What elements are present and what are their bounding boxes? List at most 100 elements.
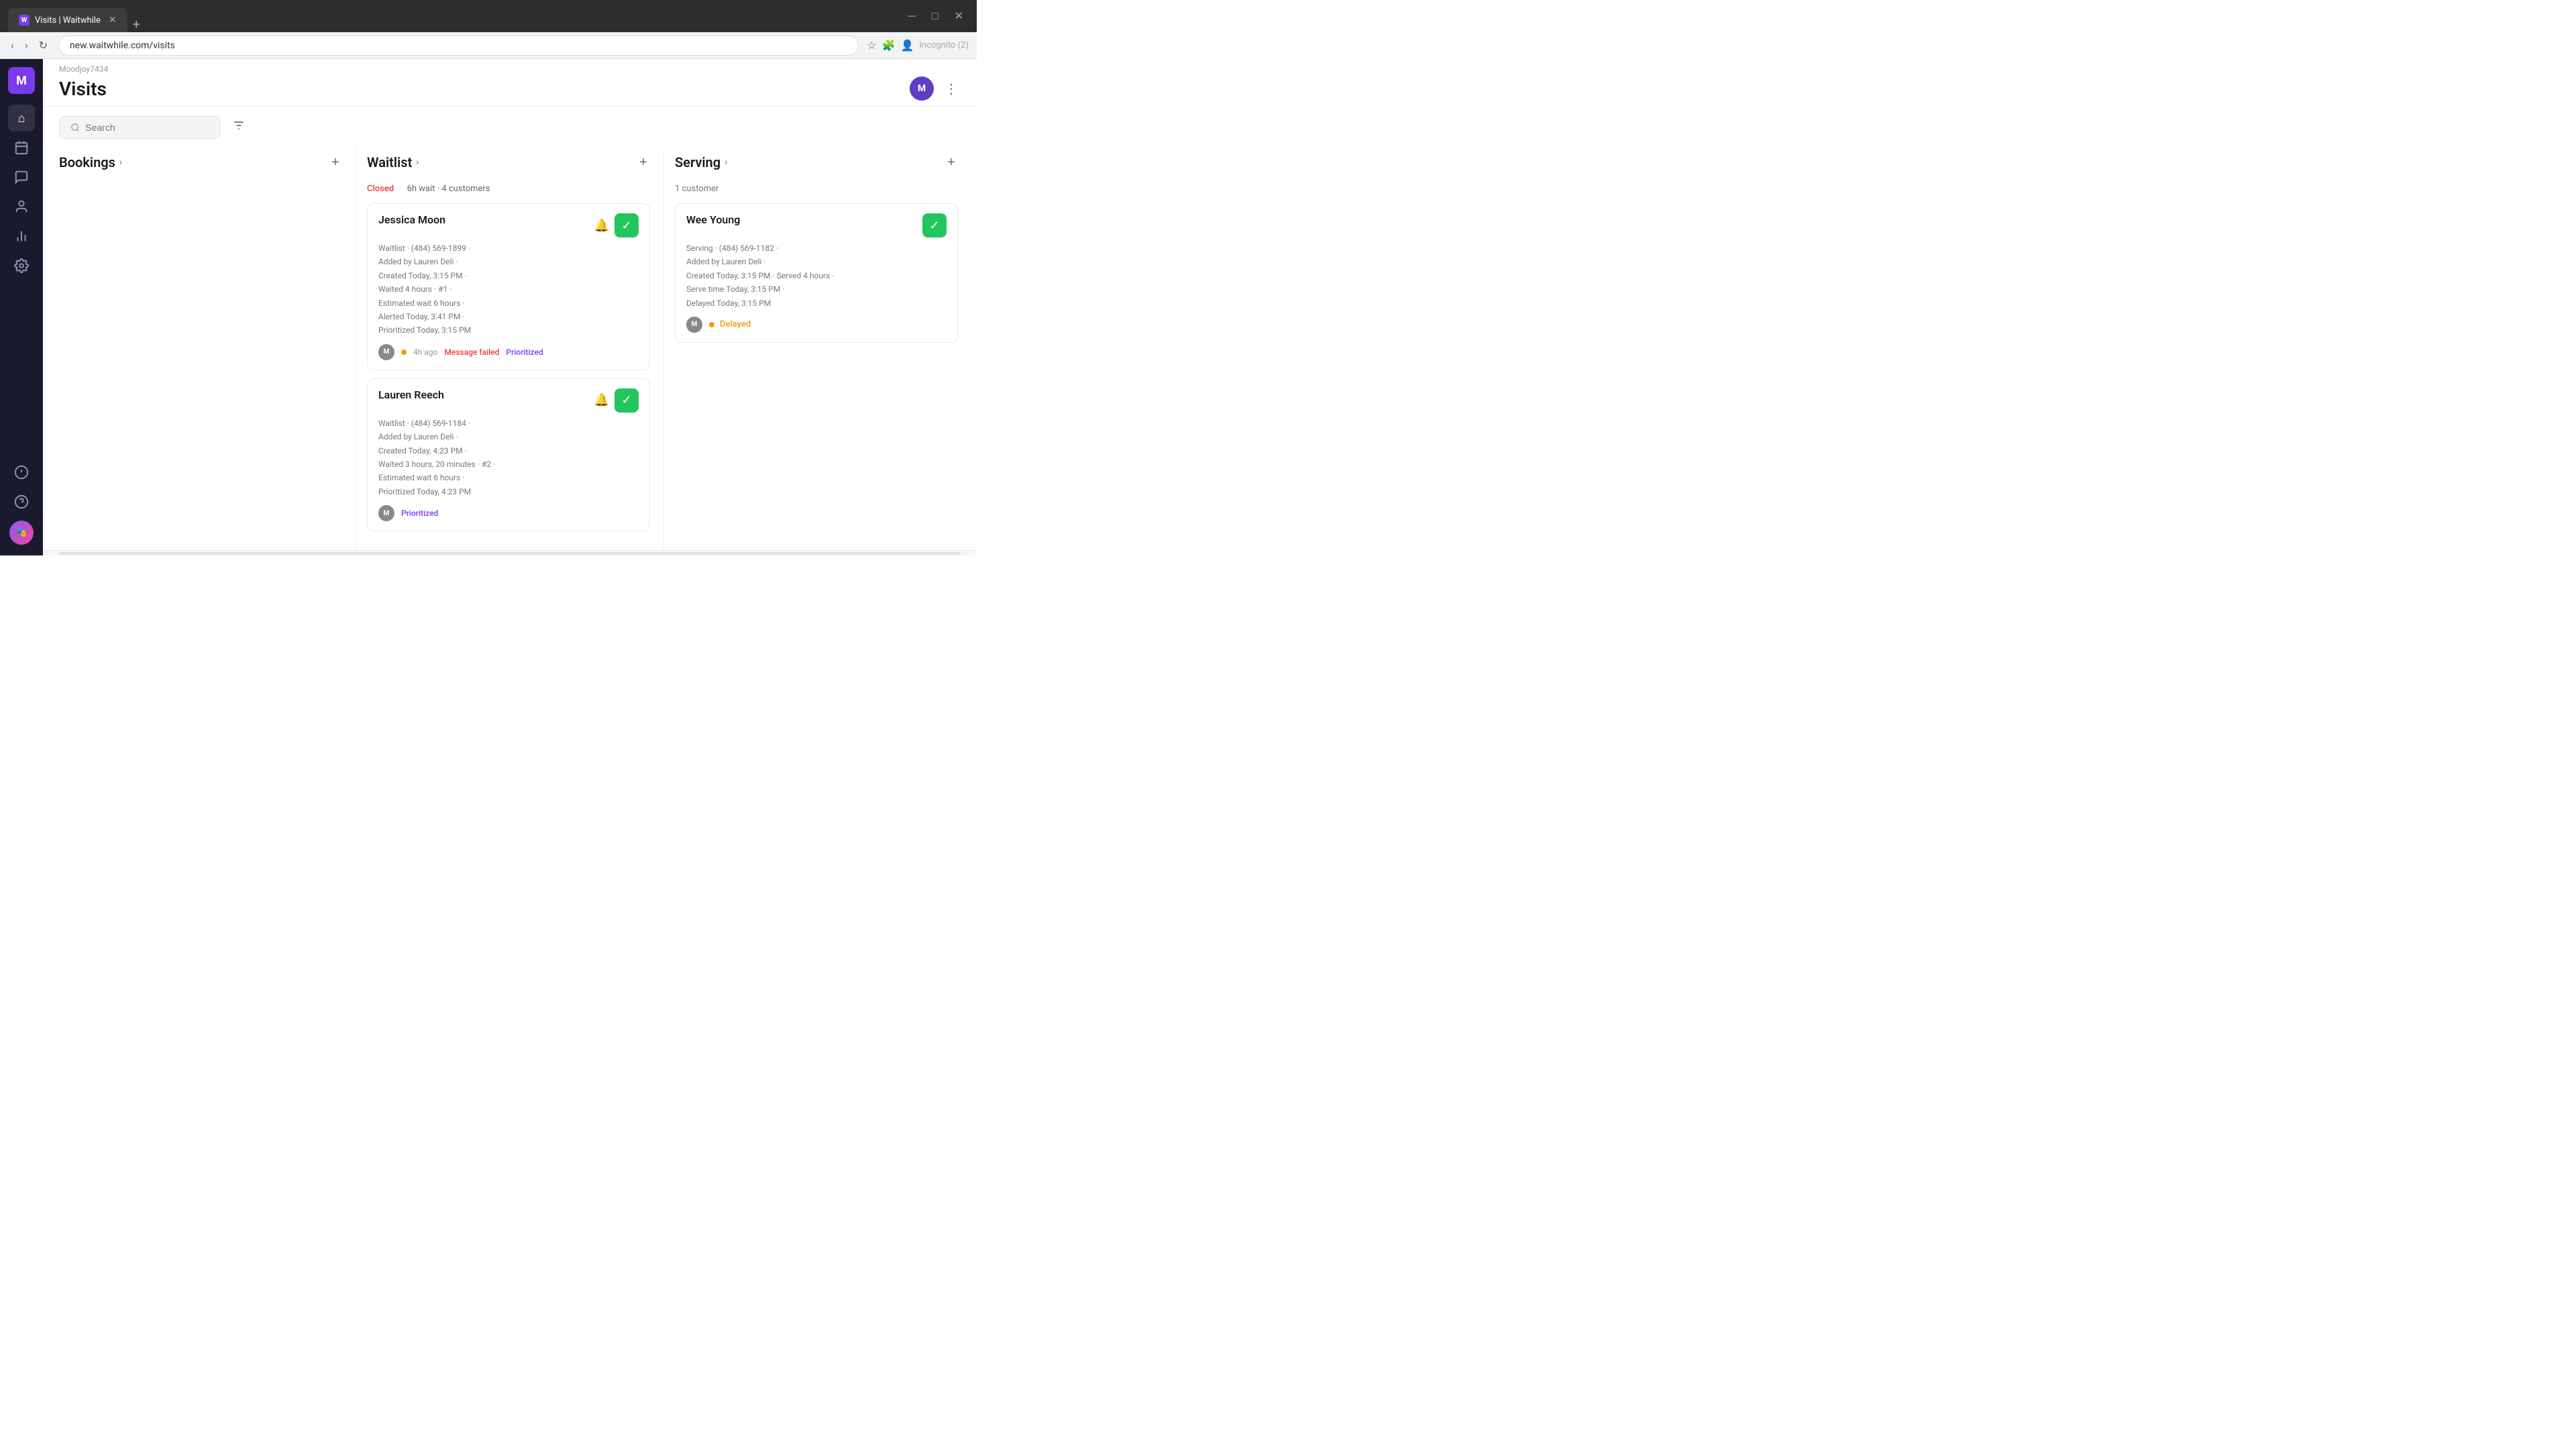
close-button[interactable]: ✕ xyxy=(949,7,969,25)
serving-column: Serving › + 1 customer Wee Young ✓ xyxy=(675,148,961,550)
jessica-prioritized-badge[interactable]: Prioritized xyxy=(506,347,543,357)
lauren-detail2: Added by Lauren Deli · xyxy=(378,430,639,443)
bookmark-icon[interactable]: ☆ xyxy=(867,39,876,52)
bookings-column: Bookings › + xyxy=(59,148,356,550)
more-options-button[interactable]: ⋮ xyxy=(942,78,961,99)
jessica-card-footer: M 4h ago Message failed Prioritized xyxy=(378,344,639,360)
waitlist-wait-info: 6h wait · 4 customers xyxy=(407,184,490,194)
users-icon xyxy=(14,199,29,214)
bookings-title-group: Bookings › xyxy=(59,154,122,170)
wee-young-check-button[interactable]: ✓ xyxy=(922,213,947,237)
tab-close-button[interactable]: ✕ xyxy=(109,15,117,25)
forward-button[interactable]: › xyxy=(22,36,31,54)
waitlist-status-bar: Closed · 6h wait · 4 customers xyxy=(367,180,653,198)
sidebar-user-avatar[interactable]: 🎭 xyxy=(9,521,34,545)
wee-young-name: Wee Young xyxy=(686,213,740,226)
user-avatar-header[interactable]: M xyxy=(910,76,934,101)
wee-young-card-footer: M Delayed xyxy=(686,317,947,333)
bookings-add-button[interactable]: + xyxy=(326,153,345,172)
jessica-detail2: Added by Lauren Deli · xyxy=(378,255,639,268)
lauren-detail4: Waited 3 hours, 20 minutes · #2 · xyxy=(378,458,639,471)
sidebar-item-settings[interactable] xyxy=(8,252,35,279)
chart-icon xyxy=(14,229,29,244)
jessica-bell-button[interactable]: 🔔 xyxy=(594,219,609,233)
tab-title: Visits | Waitwhile xyxy=(35,15,101,25)
lauren-prioritized-badge[interactable]: Prioritized xyxy=(401,508,438,518)
lauren-detail3: Created Today, 4:23 PM · xyxy=(378,444,639,458)
sidebar-item-calendar[interactable] xyxy=(8,134,35,161)
url-bar[interactable]: new.waitwhile.com/visits xyxy=(58,36,859,56)
browser-tabs: W Visits | Waitwhile ✕ + xyxy=(8,0,898,32)
nav-buttons: ‹ › ↻ xyxy=(8,36,50,54)
jessica-card-details: Waitlist · (484) 569-1899 · Added by Lau… xyxy=(378,241,639,337)
org-name: Moodjoy7434 xyxy=(59,64,961,74)
jessica-detail6: Alerted Today, 3:41 PM · xyxy=(378,310,639,323)
main-content: Moodjoy7434 Visits M ⋮ xyxy=(43,59,977,555)
wee-young-detail5: Delayed Today, 3:15 PM xyxy=(686,297,947,310)
filter-button[interactable] xyxy=(228,115,250,140)
sidebar-logo[interactable]: M xyxy=(8,67,35,94)
back-button[interactable]: ‹ xyxy=(8,36,17,54)
browser-tab-active[interactable]: W Visits | Waitwhile ✕ xyxy=(8,8,127,32)
sidebar-item-home[interactable]: ⌂ xyxy=(8,105,35,131)
bottom-scrollbar[interactable] xyxy=(43,550,977,555)
waitlist-title-group: Waitlist › xyxy=(367,154,419,170)
lauren-detail1: Waitlist · (484) 569-1184 · xyxy=(378,417,639,430)
columns-area: Bookings › + Waitlist › + Closed xyxy=(43,148,977,550)
profile-icon[interactable]: 👤 xyxy=(900,39,914,52)
power-icon xyxy=(14,465,29,480)
browser-chrome: W Visits | Waitwhile ✕ + ─ □ ✕ xyxy=(0,0,977,32)
sidebar-item-analytics[interactable] xyxy=(8,223,35,250)
lauren-card-details: Waitlist · (484) 569-1184 · Added by Lau… xyxy=(378,417,639,498)
app-layout: M ⌂ 🎭 xyxy=(0,59,977,555)
serving-add-button[interactable]: + xyxy=(942,153,961,172)
header-actions: M ⋮ xyxy=(910,76,961,101)
minimize-button[interactable]: ─ xyxy=(903,7,921,25)
waitlist-card-jessica[interactable]: Jessica Moon 🔔 ✓ Waitlist · (484) 569-18… xyxy=(367,203,650,370)
serving-card-wee-young[interactable]: Wee Young ✓ Serving · (484) 569-1182 · A… xyxy=(675,203,958,343)
extensions-icon[interactable]: 🧩 xyxy=(882,39,896,52)
window-controls: ─ □ ✕ xyxy=(903,7,969,25)
waitlist-add-button[interactable]: + xyxy=(634,153,653,172)
wee-young-delayed-badge: Delayed xyxy=(709,319,751,329)
sidebar-item-chat[interactable] xyxy=(8,164,35,191)
sidebar-item-power[interactable] xyxy=(8,459,35,486)
wee-young-card-header: Wee Young ✓ xyxy=(686,213,947,237)
search-input[interactable] xyxy=(85,122,209,133)
tab-favicon: W xyxy=(19,15,30,25)
waitlist-card-lauren[interactable]: Lauren Reech 🔔 ✓ Waitlist · (484) 569-11… xyxy=(367,378,650,531)
search-box[interactable] xyxy=(59,116,220,139)
bookings-column-header: Bookings › + xyxy=(59,148,345,180)
jessica-detail4: Waited 4 hours · #1 · xyxy=(378,282,639,296)
url-text: new.waitwhile.com/visits xyxy=(70,40,175,51)
waitlist-status-closed: Closed xyxy=(367,184,394,194)
lauren-check-button[interactable]: ✓ xyxy=(614,388,639,413)
page-title: Visits xyxy=(59,78,107,100)
lauren-bell-button[interactable]: 🔔 xyxy=(594,393,609,407)
jessica-message-failed-badge[interactable]: Message failed xyxy=(444,347,499,357)
toolbar xyxy=(43,107,977,148)
incognito-badge: Incognito (2) xyxy=(919,40,969,50)
bookings-empty-state xyxy=(59,180,345,550)
jessica-detail7: Prioritized Today, 3:15 PM xyxy=(378,323,639,337)
wee-young-card-actions: ✓ xyxy=(922,213,947,237)
maximize-button[interactable]: □ xyxy=(926,7,944,25)
delayed-text: Delayed xyxy=(720,319,751,329)
new-tab-button[interactable]: + xyxy=(127,16,146,32)
jessica-card-actions: 🔔 ✓ xyxy=(594,213,639,237)
sidebar-item-users[interactable] xyxy=(8,193,35,220)
reload-button[interactable]: ↻ xyxy=(36,36,50,54)
address-actions: ☆ 🧩 👤 Incognito (2) xyxy=(867,39,969,52)
calendar-icon xyxy=(14,140,29,155)
waitlist-cards-list: Jessica Moon 🔔 ✓ Waitlist · (484) 569-18… xyxy=(367,203,653,550)
lauren-card-footer: M Prioritized xyxy=(378,505,639,521)
jessica-name: Jessica Moon xyxy=(378,213,445,226)
jessica-footer-avatar: M xyxy=(378,344,394,360)
settings-icon xyxy=(14,258,29,273)
wee-young-detail3: Created Today, 3:15 PM · Served 4 hours … xyxy=(686,269,947,282)
sidebar-item-help[interactable] xyxy=(8,488,35,515)
jessica-check-button[interactable]: ✓ xyxy=(614,213,639,237)
waitlist-column-header: Waitlist › + xyxy=(367,148,653,180)
jessica-footer-time: 4h ago xyxy=(413,347,437,357)
jessica-detail1: Waitlist · (484) 569-1899 · xyxy=(378,241,639,255)
